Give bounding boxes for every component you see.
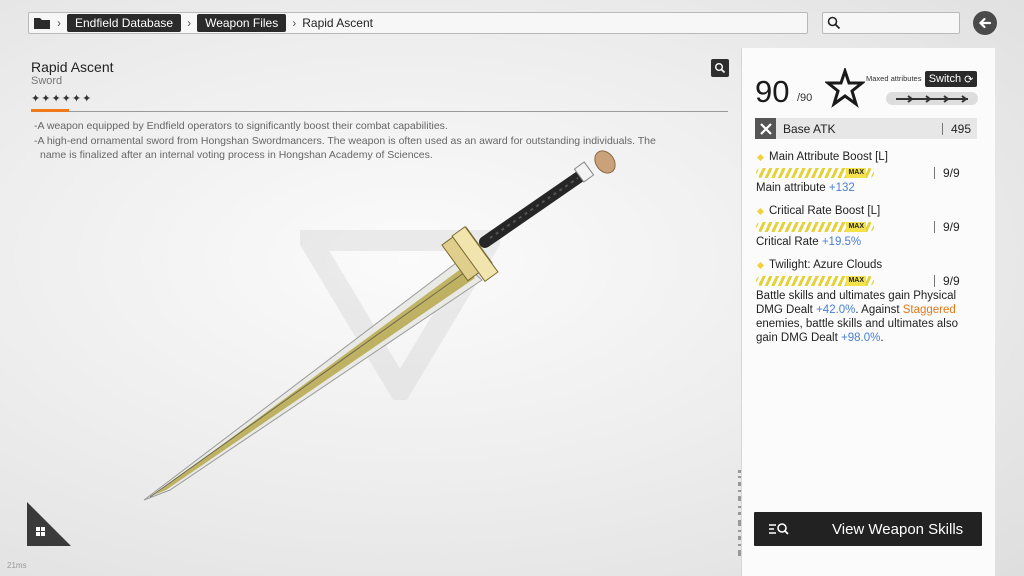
potential-chain-icon [896, 94, 968, 103]
weapon-level: 90 [755, 74, 790, 109]
effect-value: +42.0% [816, 304, 856, 316]
weapon-name: Rapid Ascent [31, 59, 114, 75]
chevron-right-icon: › [57, 16, 61, 30]
attribute-level-bar: MAX [756, 168, 874, 178]
diamond-icon [756, 153, 765, 161]
rarity-stars: ✦ ✦ ✦ ✦ ✦ ✦ [31, 92, 91, 105]
attribute-main-boost: Main Attribute Boost [L] MAX 9/9 Main at… [756, 150, 978, 195]
weapon-level-max: /90 [797, 92, 813, 104]
skills-search-icon [754, 512, 804, 546]
attribute-title: Main Attribute Boost [L] [769, 151, 888, 163]
attribute-title: Critical Rate Boost [L] [769, 205, 881, 217]
potential-star-icon [825, 68, 865, 108]
divider [934, 167, 935, 179]
max-badge: MAX [846, 222, 866, 232]
arrow-left-icon [978, 17, 992, 29]
search-icon [827, 16, 841, 30]
switch-label: Switch [928, 73, 962, 85]
base-atk-label: Base ATK [783, 121, 836, 136]
attribute-twilight-azure-clouds: Twilight: Azure Clouds MAX 9/9 Battle sk… [756, 258, 978, 345]
menu-grid-button[interactable] [27, 502, 71, 546]
attribute-crit-rate-boost: Critical Rate Boost [L] MAX 9/9 Critical… [756, 204, 978, 249]
rarity-star-icon: ✦ [41, 93, 51, 105]
attribute-effect: Battle skills and ultimates gain Physica… [756, 290, 958, 344]
potential-bar [886, 92, 978, 105]
attribute-stat: Critical Rate +19.5% [756, 236, 862, 248]
divider [941, 122, 943, 135]
attribute-stat-value: +132 [828, 182, 855, 194]
breadcrumb-weapon-files[interactable]: Weapon Files [197, 14, 287, 32]
inspect-button[interactable] [711, 59, 729, 77]
attribute-level: 9/9 [943, 274, 960, 288]
breadcrumb: › Endfield Database › Weapon Files › Rap… [28, 12, 808, 34]
search-input[interactable] [822, 12, 960, 34]
accent-underline [31, 109, 69, 112]
breadcrumb-current: Rapid Ascent [302, 16, 373, 30]
diamond-icon [756, 261, 765, 269]
refresh-icon: ⟳ [964, 73, 974, 86]
view-weapon-skills-label: View Weapon Skills [832, 520, 964, 538]
breadcrumb-endfield-database[interactable]: Endfield Database [67, 14, 182, 32]
max-badge: MAX [846, 168, 866, 178]
diamond-icon [756, 207, 765, 215]
weapon-model [143, 150, 616, 501]
base-atk-value: 495 [950, 121, 971, 136]
max-badge: MAX [846, 276, 866, 286]
divider [934, 221, 935, 233]
divider [31, 111, 728, 112]
attribute-stat: Main attribute +132 [756, 182, 855, 194]
rarity-star-icon: ✦ [71, 93, 82, 105]
attribute-stat-value: +19.5% [821, 236, 862, 248]
rarity-star-icon: ✦ [51, 93, 61, 105]
switch-button[interactable]: Switch ⟳ [925, 71, 977, 87]
rarity-star-icon: ✦ [61, 93, 71, 105]
back-button[interactable] [973, 11, 997, 35]
description-line: -A weapon equipped by Endfield operators… [34, 120, 448, 132]
view-weapon-skills-button[interactable]: View Weapon Skills [754, 512, 982, 546]
crossed-swords-icon [755, 118, 776, 139]
rarity-star-icon: ✦ [82, 93, 92, 105]
maxed-attributes-label: Maxed attributes [866, 74, 922, 83]
chevron-right-icon: › [187, 16, 192, 30]
effect-value: +98.0% [841, 332, 881, 344]
magnifier-icon [715, 63, 726, 74]
attribute-level: 9/9 [943, 166, 960, 180]
attribute-level: 9/9 [943, 220, 960, 234]
attribute-title: Twilight: Azure Clouds [769, 259, 883, 271]
attribute-level-bar: MAX [756, 222, 874, 232]
rarity-star-icon: ✦ [31, 93, 41, 105]
latency-label: 21ms [7, 561, 27, 570]
staggered-keyword: Staggered [902, 304, 956, 316]
weapon-type: Sword [31, 75, 63, 87]
attribute-level-bar: MAX [756, 276, 874, 286]
divider [934, 275, 935, 287]
folder-icon[interactable] [33, 16, 51, 30]
chevron-right-icon: › [292, 16, 297, 30]
base-atk-row: Base ATK 495 [755, 118, 977, 139]
